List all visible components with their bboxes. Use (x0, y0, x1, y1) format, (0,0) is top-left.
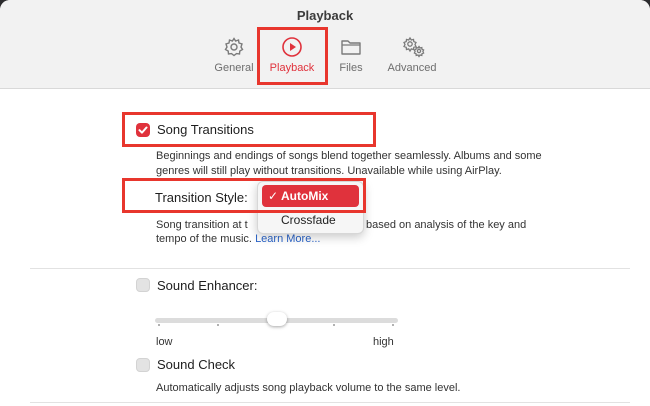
slider-tick (333, 324, 335, 326)
folder-icon (340, 36, 362, 58)
sound-enhancer-slider-thumb[interactable] (266, 312, 287, 326)
tab-advanced[interactable]: Advanced (382, 36, 442, 74)
sound-check-description: Automatically adjusts song playback volu… (156, 382, 461, 394)
highlight-box-song-transitions (122, 112, 376, 147)
preferences-window: Playback General Playback Files Advanced… (0, 0, 650, 406)
window-title: Playback (296, 8, 354, 23)
highlight-box-playback-tab (257, 27, 328, 85)
transition-style-description-line2: tempo of the music. Learn More... (156, 232, 320, 247)
sound-enhancer-checkbox[interactable] (136, 278, 150, 292)
transition-style-description-line1-start: Song transition at t (156, 219, 248, 231)
sound-check-label: Sound Check (157, 357, 236, 372)
tab-files-label: Files (339, 62, 363, 74)
tab-general[interactable]: General (204, 36, 264, 74)
gears-icon (401, 36, 425, 58)
slider-max-label: high (373, 336, 394, 348)
transition-style-description-text: tempo of the music. (156, 233, 252, 245)
tab-advanced-label: Advanced (387, 62, 437, 74)
learn-more-link[interactable]: Learn More... (255, 233, 320, 245)
sound-check-checkbox[interactable] (136, 358, 150, 372)
slider-tick (392, 324, 394, 326)
song-transitions-description-line1: Beginnings and endings of songs blend to… (156, 150, 542, 162)
section-divider-bottom (30, 402, 630, 403)
tab-files[interactable]: Files (321, 36, 381, 74)
transition-style-description-line1-end: based on analysis of the key and (366, 219, 527, 231)
slider-min-label: low (156, 336, 173, 348)
tab-general-label: General (214, 62, 254, 74)
highlight-box-transition-style (122, 178, 366, 213)
slider-tick (158, 324, 160, 326)
song-transitions-description-line2: genres will still play without transitio… (156, 165, 502, 177)
section-divider (30, 268, 630, 269)
sound-enhancer-label: Sound Enhancer: (157, 278, 258, 293)
slider-tick (217, 324, 219, 326)
gear-icon (223, 36, 245, 58)
